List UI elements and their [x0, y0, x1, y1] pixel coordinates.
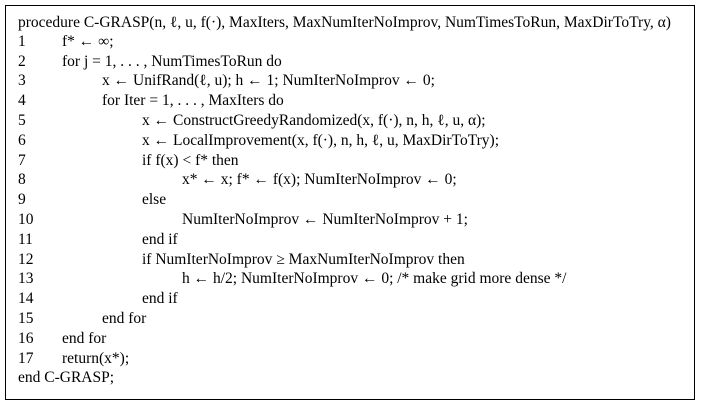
- code-line: 11 end if: [6, 230, 694, 250]
- line-number: 4: [18, 92, 26, 110]
- line-text: for Iter = 1, . . . , MaxIters do: [102, 92, 284, 110]
- code-line: 13 h ← h/2; NumIterNoImprov ← 0; /* make…: [6, 269, 694, 289]
- code-line: 2 for j = 1, . . . , NumTimesToRun do: [6, 52, 694, 72]
- code-line: 17 return(x*);: [6, 349, 694, 369]
- line-number: 13: [18, 270, 34, 288]
- procedure-footer: end C-GRASP;: [18, 369, 115, 387]
- line-number: 11: [18, 230, 33, 248]
- line-text: for j = 1, . . . , NumTimesToRun do: [62, 52, 282, 70]
- line-text: if NumIterNoImprov ≥ MaxNumIterNoImprov …: [142, 250, 465, 268]
- code-line: 8 x* ← x; f* ← f(x); NumIterNoImprov ← 0…: [6, 170, 694, 190]
- line-number: 6: [18, 131, 26, 149]
- line-text: end if: [142, 290, 178, 308]
- code-line: 3 x ← UnifRand(ℓ, u); h ← 1; NumIterNoIm…: [6, 71, 694, 91]
- algorithm-box: procedure C-GRASP(n, ℓ, u, f(·), MaxIter…: [5, 5, 695, 400]
- line-number: 14: [18, 290, 34, 308]
- line-text: return(x*);: [62, 349, 130, 367]
- line-text: end if: [142, 230, 178, 248]
- code-line: 7 if f(x) < f* then: [6, 151, 694, 171]
- line-number: 5: [18, 112, 26, 129]
- code-line: 6 x ← LocalImprovement(x, f(·), n, h, ℓ,…: [6, 131, 694, 151]
- line-text: x ← ConstructGreedyRandomized(x, f(·), n…: [142, 112, 486, 129]
- line-number: 3: [18, 72, 26, 90]
- line-number: 2: [18, 52, 26, 70]
- line-text: end for: [62, 329, 107, 347]
- procedure-header: procedure C-GRASP(n, ℓ, u, f(·), MaxIter…: [18, 14, 671, 31]
- line-number: 7: [18, 151, 26, 169]
- code-line: 5 x ← ConstructGreedyRandomized(x, f(·),…: [6, 111, 694, 131]
- code-line: 16 end for: [6, 329, 694, 349]
- line-text: end for: [102, 310, 147, 327]
- line-text: if f(x) < f* then: [142, 151, 239, 169]
- code-line: 15 end for: [6, 309, 694, 329]
- line-text: else: [142, 191, 167, 209]
- line-number: 17: [18, 349, 34, 367]
- line-number: 15: [18, 310, 34, 327]
- line-text: h ← h/2; NumIterNoImprov ← 0; /* make gr…: [182, 270, 567, 288]
- line-number: 10: [18, 211, 34, 228]
- code-line: 12 if NumIterNoImprov ≥ MaxNumIterNoImpr…: [6, 250, 694, 270]
- code-line: 10 NumIterNoImprov ← NumIterNoImprov + 1…: [6, 210, 694, 230]
- line-number: 16: [18, 329, 34, 347]
- line-number: 1: [18, 32, 26, 50]
- code-line: 14 end if: [6, 289, 694, 309]
- line-text: NumIterNoImprov ← NumIterNoImprov + 1;: [182, 211, 468, 228]
- line-text: f* ← ∞;: [62, 32, 114, 50]
- code-line: 4 for Iter = 1, . . . , MaxIters do: [6, 91, 694, 111]
- line-text: x* ← x; f* ← f(x); NumIterNoImprov ← 0;: [182, 171, 457, 189]
- code-line: 1 f* ← ∞;: [6, 32, 694, 52]
- line-text: x ← LocalImprovement(x, f(·), n, h, ℓ, u…: [142, 131, 500, 149]
- line-text: x ← UnifRand(ℓ, u); h ← 1; NumIterNoImpr…: [102, 72, 435, 90]
- code-line: 9 else: [6, 190, 694, 210]
- line-number: 8: [18, 171, 26, 189]
- line-number: 9: [18, 191, 26, 209]
- line-number: 12: [18, 250, 34, 268]
